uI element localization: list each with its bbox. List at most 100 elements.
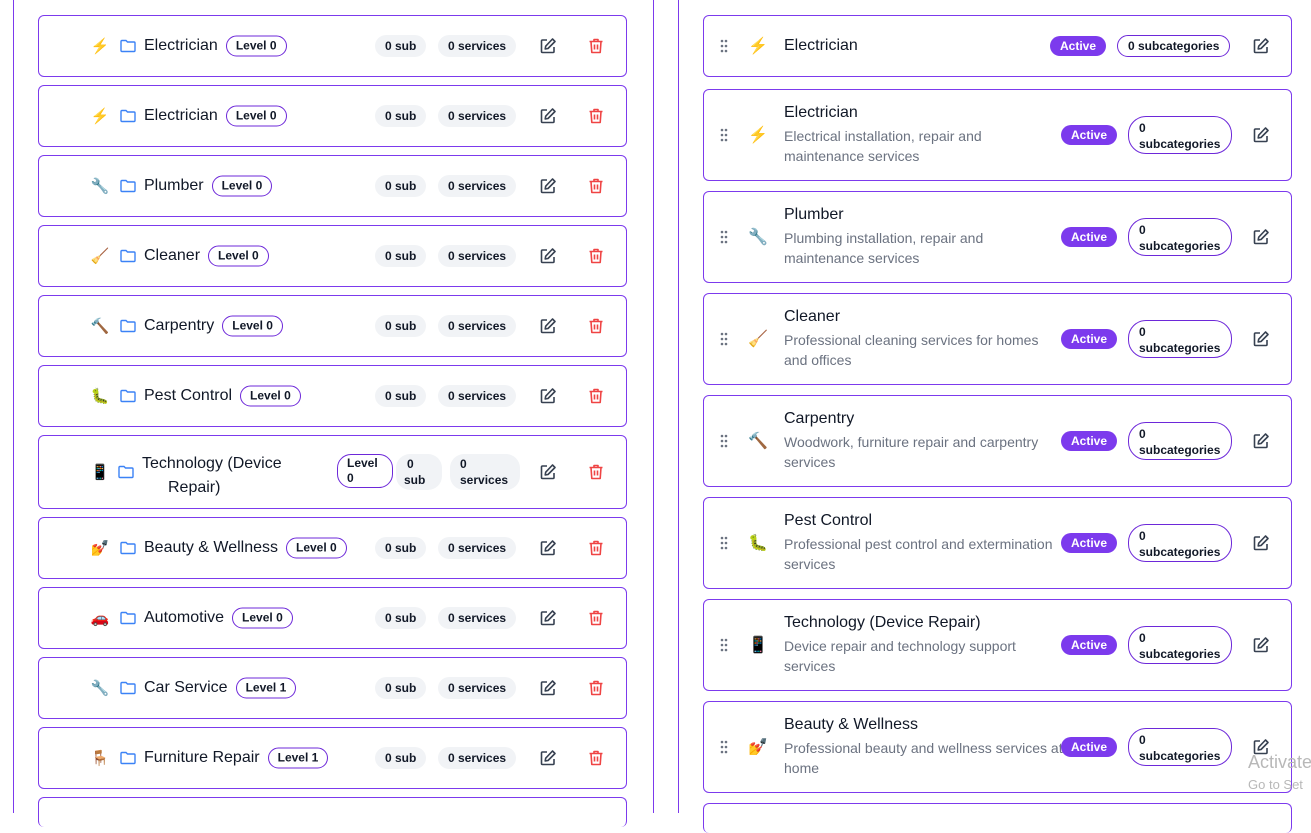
status-badge: Active [1061, 329, 1118, 349]
drag-handle-icon[interactable] [720, 39, 728, 53]
category-row-car-service[interactable]: 🔧 Car Service Level 1 0 sub 0 services [38, 657, 627, 719]
sub-count-pill: 0 sub [375, 315, 427, 337]
folder-icon [120, 611, 136, 625]
category-title: Beauty & Wellness [784, 716, 918, 733]
edit-icon[interactable] [1252, 330, 1270, 348]
delete-icon[interactable] [587, 679, 605, 697]
sortable-category-electrician[interactable]: ⚡ Electrician Active 0 subcategories [703, 15, 1292, 77]
drag-handle-icon[interactable] [720, 536, 728, 550]
edit-icon[interactable] [539, 679, 557, 697]
category-title: Electrician [784, 37, 858, 54]
folder-icon [120, 179, 136, 193]
sortable-category-cleaner[interactable]: 🧹 Cleaner Professional cleaning services… [703, 293, 1292, 385]
drag-handle-icon[interactable] [720, 128, 728, 142]
status-badge: Active [1061, 533, 1118, 553]
level-badge: Level 0 [222, 315, 283, 337]
sortable-category-pest-control[interactable]: 🐛 Pest Control Professional pest control… [703, 497, 1292, 589]
services-count-pill: 0 services [438, 105, 517, 127]
level-badge: Level 0 [225, 35, 287, 57]
category-row-electrician[interactable]: ⚡ Electrician Level 0 0 sub 0 services [38, 15, 627, 77]
edit-icon[interactable] [539, 387, 557, 405]
edit-icon[interactable] [539, 37, 557, 55]
edit-icon[interactable] [1252, 228, 1270, 246]
sortable-category-beauty-wellness[interactable]: 💅 Beauty & Wellness Professional beauty … [703, 701, 1292, 793]
category-description: Professional cleaning services for homes… [784, 332, 1039, 368]
wrench-icon: 🔧 [90, 680, 110, 697]
delete-icon[interactable] [587, 107, 605, 125]
lightning-icon: ⚡ [90, 108, 110, 125]
subcategories-badge: 0 subcategories [1128, 728, 1232, 766]
category-title: Plumber [784, 206, 844, 223]
category-description: Woodwork, furniture repair and carpentry… [784, 434, 1039, 470]
lightning-icon: ⚡ [748, 38, 768, 55]
level-badge: Level 1 [267, 747, 329, 769]
edit-icon[interactable] [539, 317, 557, 335]
delete-icon[interactable] [587, 37, 605, 55]
sub-count-pill: 0 sub [396, 454, 442, 490]
nail-polish-icon: 💅 [748, 739, 768, 756]
left-divider [13, 0, 14, 813]
edit-icon[interactable] [539, 539, 557, 557]
drag-handle-icon[interactable] [720, 740, 728, 754]
services-count-pill: 0 services [438, 315, 517, 337]
sortable-category-technology[interactable]: 📱 Technology (Device Repair) Device repa… [703, 599, 1292, 691]
category-row-carpentry[interactable]: 🔨 Carpentry Level 0 0 sub 0 services [38, 295, 627, 357]
category-row-pest-control[interactable]: 🐛 Pest Control Level 0 0 sub 0 services [38, 365, 627, 427]
status-badge: Active [1061, 125, 1118, 145]
edit-icon[interactable] [539, 107, 557, 125]
delete-icon[interactable] [587, 609, 605, 627]
edit-icon[interactable] [1252, 37, 1270, 55]
delete-icon[interactable] [587, 749, 605, 767]
edit-icon[interactable] [1252, 636, 1270, 654]
edit-icon[interactable] [539, 609, 557, 627]
hammer-icon: 🔨 [90, 318, 110, 335]
sub-count-pill: 0 sub [375, 105, 427, 127]
delete-icon[interactable] [587, 247, 605, 265]
category-row-beauty-wellness[interactable]: 💅 Beauty & Wellness Level 0 0 sub 0 servi… [38, 517, 627, 579]
category-row-plumber[interactable]: 🔧 Plumber Level 0 0 sub 0 services [38, 155, 627, 217]
sub-count-pill: 0 sub [375, 385, 427, 407]
level-badge: Level 0 [211, 175, 273, 197]
category-row-automotive[interactable]: 🚗 Automotive Level 0 0 sub 0 services [38, 587, 627, 649]
sortable-category-electrician[interactable]: ⚡ Electrician Electrical installation, r… [703, 89, 1292, 181]
subcategories-badge: 0 subcategories [1128, 320, 1232, 358]
category-name: Beauty & Wellness Level 0 [144, 537, 347, 559]
delete-icon[interactable] [587, 463, 605, 481]
sortable-category-plumber[interactable]: 🔧 Plumber Plumbing installation, repair … [703, 191, 1292, 283]
drag-handle-icon[interactable] [720, 332, 728, 346]
category-name: Electrician Level 0 [144, 35, 287, 57]
delete-icon[interactable] [587, 387, 605, 405]
edit-icon[interactable] [539, 463, 557, 481]
subcategories-badge: 0 subcategories [1128, 626, 1232, 664]
edit-icon[interactable] [539, 749, 557, 767]
category-row-cleaner[interactable]: 🧹 Cleaner Level 0 0 sub 0 services [38, 225, 627, 287]
drag-handle-icon[interactable] [720, 230, 728, 244]
broom-icon: 🧹 [748, 331, 768, 348]
category-row-furniture-repair[interactable]: 🪑 Furniture Repair Level 1 0 sub 0 servic… [38, 727, 627, 789]
delete-icon[interactable] [587, 317, 605, 335]
drag-handle-icon[interactable] [720, 638, 728, 652]
sortable-category-partial[interactable] [703, 803, 1292, 833]
wrench-icon: 🔧 [748, 229, 768, 246]
edit-icon[interactable] [539, 177, 557, 195]
edit-icon[interactable] [1252, 534, 1270, 552]
category-name: Carpentry Level 0 [144, 315, 283, 337]
sub-count-pill: 0 sub [375, 537, 427, 559]
activation-watermark-sub: Go to Set [1248, 777, 1303, 792]
edit-icon[interactable] [539, 247, 557, 265]
level-badge: Level 0 [286, 537, 347, 559]
edit-icon[interactable] [1252, 126, 1270, 144]
lightning-icon: ⚡ [90, 38, 110, 55]
delete-icon[interactable] [587, 539, 605, 557]
category-row-technology[interactable]: 📱 Technology (Device Repair) Level 0 0 sub … [38, 435, 627, 509]
edit-icon[interactable] [1252, 432, 1270, 450]
drag-handle-icon[interactable] [720, 434, 728, 448]
nail-polish-icon: 💅 [90, 540, 110, 557]
category-row-partial[interactable] [38, 797, 627, 827]
delete-icon[interactable] [587, 177, 605, 195]
sortable-category-carpentry[interactable]: 🔨 Carpentry Woodwork, furniture repair a… [703, 395, 1292, 487]
folder-icon [118, 465, 134, 479]
sub-count-pill: 0 sub [375, 175, 427, 197]
category-title: Cleaner [784, 308, 841, 325]
category-row-electrician[interactable]: ⚡ Electrician Level 0 0 sub 0 services [38, 85, 627, 147]
